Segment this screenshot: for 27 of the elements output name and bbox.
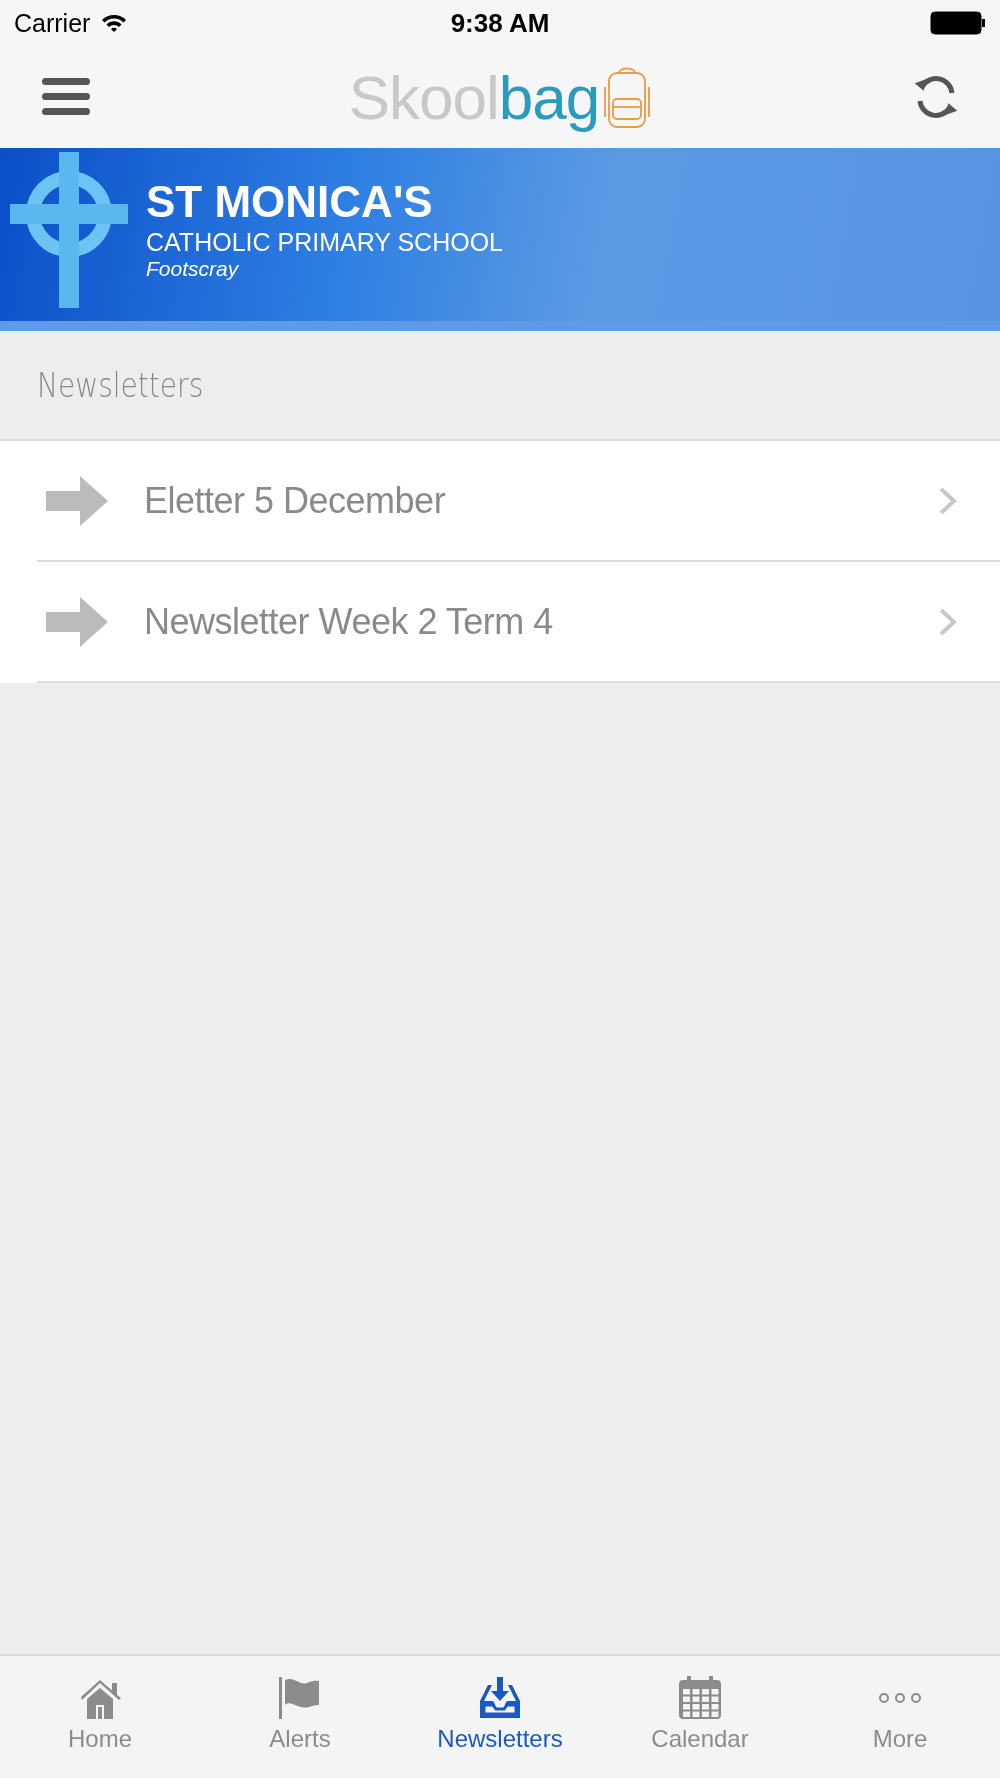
school-type: CATHOLIC PRIMARY SCHOOL: [146, 226, 504, 257]
refresh-icon: [912, 73, 960, 121]
calendar-icon: [677, 1674, 723, 1721]
inbox-download-icon: [477, 1674, 523, 1721]
chevron-icon: [938, 485, 958, 516]
battery-icon: [930, 11, 986, 35]
tab-bar-item[interactable]: Calendar: [600, 1656, 800, 1778]
school-name: ST MONICA'S: [146, 178, 434, 227]
section-title: Newsletters: [37, 365, 204, 405]
tab-bar-item[interactable]: More: [800, 1656, 1000, 1778]
menu-icon: [42, 76, 90, 118]
status-time: 9:38 AM: [450, 7, 550, 39]
arrow-icon: [46, 596, 108, 647]
chevron-icon: [938, 606, 958, 637]
school-suburb: Footscray: [146, 256, 240, 281]
tab-bar-item[interactable]: Home: [0, 1656, 200, 1778]
wifi-icon: [100, 13, 129, 33]
newsletter-item[interactable]: Eletter 5 December: [37, 441, 1000, 562]
tab-bar-item[interactable]: Alerts: [200, 1656, 400, 1778]
newsletter-item[interactable]: Newsletter Week 2 Term 4: [37, 562, 1000, 683]
arrow-icon: [46, 475, 108, 526]
newsletter-title: Newsletter Week 2 Term 4: [144, 600, 554, 643]
newsletter-title: Eletter 5 December: [144, 479, 447, 522]
cross-icon: [10, 151, 128, 308]
tab-bar-item[interactable]: Newsletters: [400, 1656, 600, 1778]
carrier-label: Carrier: [14, 8, 91, 38]
more-icon: [877, 1691, 923, 1704]
